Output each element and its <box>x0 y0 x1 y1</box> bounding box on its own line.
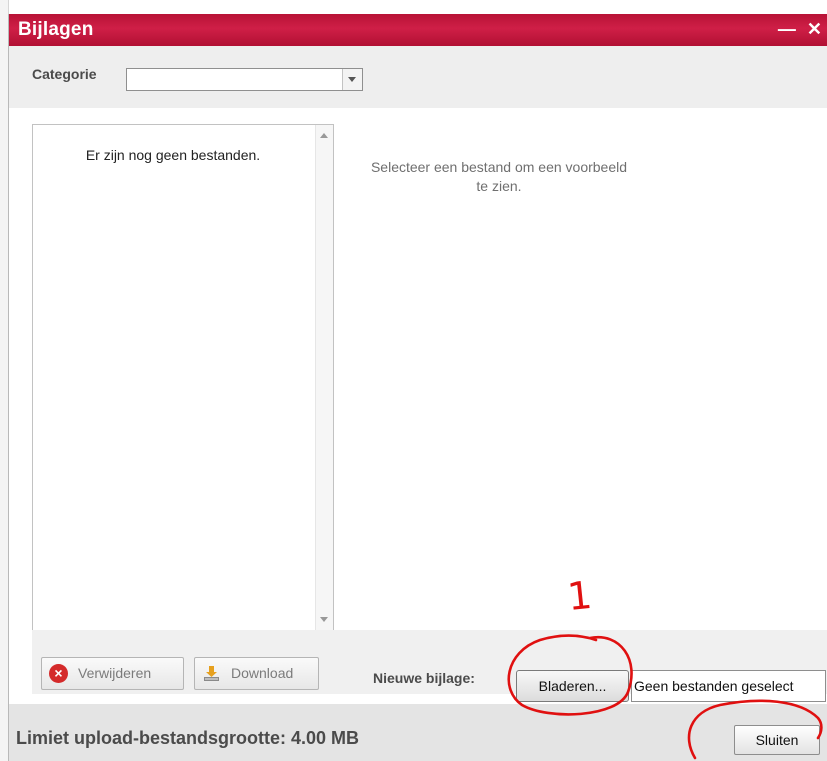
delete-button[interactable]: × Verwijderen <box>41 657 184 690</box>
upload-toolbar: Nieuwe bijlage: Bladeren... Geen bestand… <box>366 630 827 702</box>
category-bar: Categorie <box>9 46 827 108</box>
file-list[interactable]: Er zijn nog geen bestanden. <box>32 124 334 631</box>
download-button-label: Download <box>231 665 294 681</box>
download-button[interactable]: Download <box>194 657 319 690</box>
category-label: Categorie <box>32 66 97 82</box>
delete-button-label: Verwijderen <box>78 665 152 681</box>
upload-limit-text: Limiet upload-bestandsgrootte: 4.00 MB <box>16 728 360 748</box>
dialog-titlebar[interactable]: Bijlagen — ✕ <box>9 14 827 46</box>
close-button[interactable]: Sluiten <box>734 725 820 755</box>
close-icon[interactable]: ✕ <box>807 19 822 40</box>
window-controls: — ✕ <box>772 19 822 40</box>
scroll-up-icon[interactable] <box>320 133 328 138</box>
file-selection-status: Geen bestanden geselect <box>631 670 826 702</box>
file-list-empty-message: Er zijn nog geen bestanden. <box>85 147 261 163</box>
dialog-footer: Limiet upload-bestandsgrootte: 4.00 MB S… <box>9 704 827 761</box>
download-icon <box>204 666 219 681</box>
category-select[interactable] <box>126 68 363 91</box>
scroll-down-icon[interactable] <box>320 617 328 622</box>
file-actions-toolbar: × Verwijderen Download <box>32 630 366 694</box>
browse-button[interactable]: Bladeren... <box>516 670 629 702</box>
new-attachment-label: Nieuwe bijlage: <box>373 670 475 686</box>
minimize-icon[interactable]: — <box>778 19 796 40</box>
file-list-scrollbar[interactable] <box>315 125 333 630</box>
delete-icon: × <box>49 664 68 683</box>
preview-message: Selecteer een bestand om een voorbeeld t… <box>370 159 628 194</box>
dialog-title: Bijlagen <box>18 19 94 40</box>
attachments-dialog: Bijlagen — ✕ Categorie Er zijn nog geen … <box>8 14 827 761</box>
chevron-down-icon[interactable] <box>342 69 362 90</box>
